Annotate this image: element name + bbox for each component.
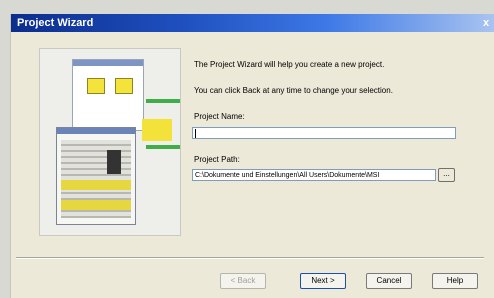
project-path-input[interactable]: C:\Dokumente und Einstellungen\All Users… — [192, 169, 436, 181]
project-wizard-dialog: Project Wizard x — [10, 14, 494, 298]
illustration-yellow-row — [61, 180, 131, 190]
browse-button[interactable]: ... — [438, 168, 455, 182]
wizard-illustration — [39, 48, 181, 236]
text-caret — [195, 128, 196, 138]
close-button[interactable]: x — [479, 16, 493, 30]
illustration-green-bar — [146, 145, 180, 149]
illustration-tile — [87, 78, 105, 94]
back-button[interactable]: < Back — [220, 273, 266, 289]
illustration-yellow-row — [61, 200, 131, 210]
project-name-label: Project Name: — [194, 112, 245, 121]
illustration-tile — [115, 78, 133, 94]
illustration-device — [107, 150, 121, 174]
cancel-button[interactable]: Cancel — [366, 273, 412, 289]
illustration-window — [72, 59, 144, 131]
next-button[interactable]: Next > — [300, 273, 346, 289]
illustration-editor-window — [56, 127, 136, 225]
illustration-yellow-panel — [142, 119, 172, 141]
intro-text-line2: You can click Back at any time to change… — [194, 86, 393, 95]
button-separator — [16, 257, 484, 259]
illustration-window-title — [73, 60, 143, 66]
project-name-input[interactable] — [192, 127, 456, 139]
illustration-editor-title — [57, 128, 135, 134]
window-title: Project Wizard — [17, 17, 94, 29]
project-path-label: Project Path: — [194, 155, 240, 164]
help-button[interactable]: Help — [432, 273, 478, 289]
title-bar[interactable]: Project Wizard x — [11, 14, 494, 32]
illustration-green-bar — [146, 99, 180, 103]
intro-text-line1: The Project Wizard will help you create … — [194, 60, 385, 69]
